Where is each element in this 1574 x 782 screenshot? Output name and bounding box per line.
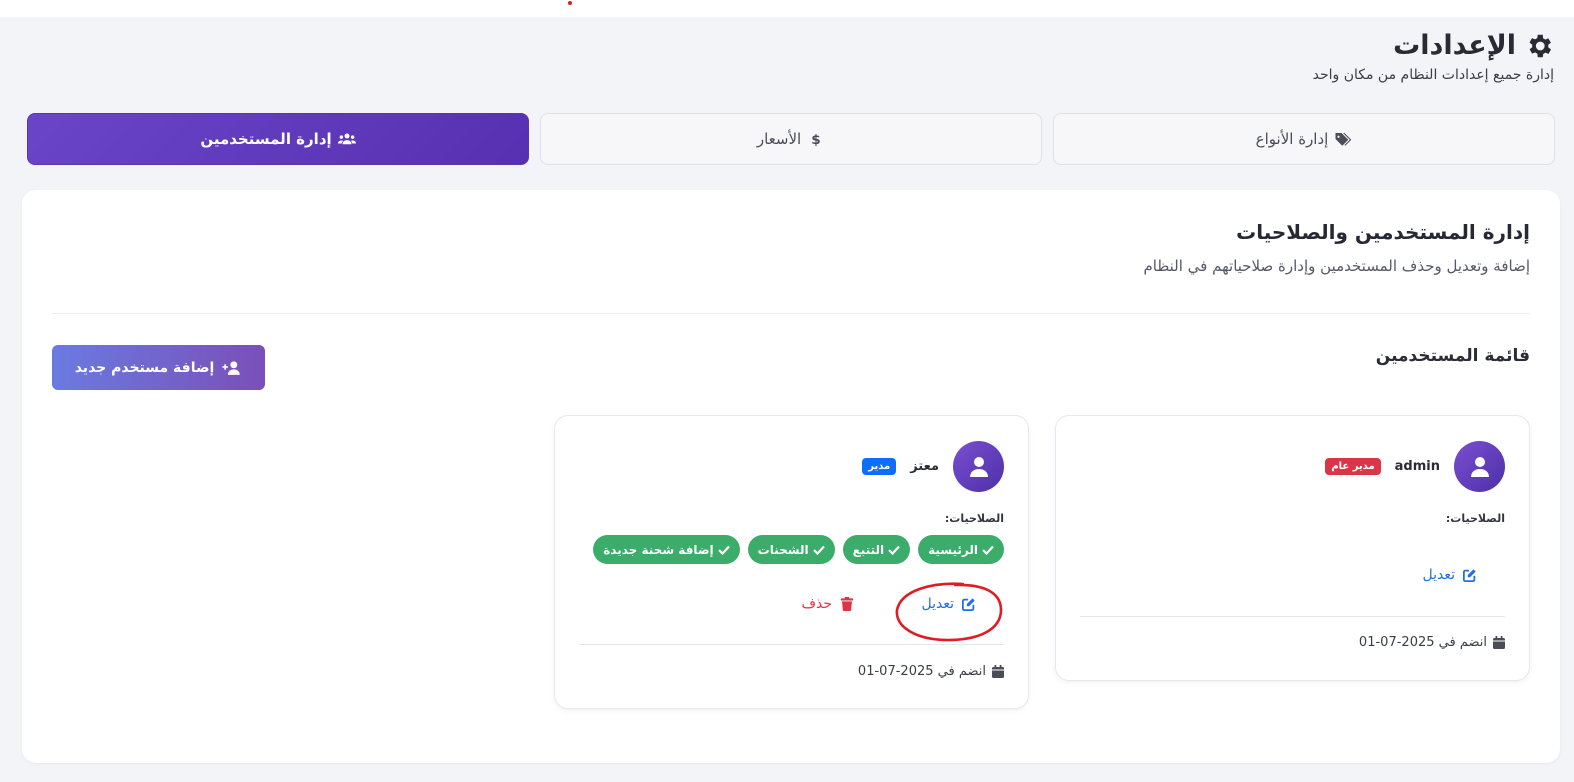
red-dot-mark (568, 1, 572, 5)
permission-chip: الشحنات (747, 535, 835, 564)
user-header: معتز مدير (862, 441, 1004, 492)
users-icon (337, 133, 356, 145)
avatar (1454, 441, 1505, 492)
card-divider (579, 644, 1004, 645)
joined-text: انضم في 2025-07-01 (857, 664, 986, 679)
page-title: الإعدادات (1313, 30, 1554, 61)
card-divider (1080, 616, 1505, 617)
permission-chip-label: الرئيسية (928, 542, 978, 557)
section-divider (52, 313, 1530, 314)
calendar-icon (992, 665, 1004, 678)
user-icon (1470, 456, 1489, 477)
top-strip (0, 0, 1574, 17)
check-icon (982, 545, 994, 555)
user-name: admin (1394, 459, 1440, 474)
joined-date: انضم في 2025-07-01 (858, 664, 1004, 679)
add-user-button[interactable]: إضافة مستخدم جديد (52, 345, 265, 390)
permissions-label: الصلاحيات: (1445, 512, 1505, 525)
dollar-icon: $ (811, 132, 820, 147)
user-card-moataz: معتز مدير الصلاحيات: الرئيسية التتبع الش… (554, 415, 1029, 709)
page-title-text: الإعدادات (1393, 30, 1516, 61)
user-name: معتز (910, 459, 939, 474)
gear-icon (1529, 34, 1551, 57)
page-header: الإعدادات إدارة جميع إعدادات النظام من م… (1313, 30, 1554, 83)
joined-text: انضم في 2025-07-01 (1358, 635, 1487, 650)
user-plus-icon (222, 360, 241, 375)
edit-label: تعديل (921, 596, 955, 612)
permissions-label: الصلاحيات: (944, 512, 1004, 525)
edit-icon (962, 598, 975, 611)
tab-types-label: إدارة الأنواع (1255, 130, 1329, 148)
permissions-list: الرئيسية التتبع الشحنات إضافة شحنة جديدة (593, 535, 1004, 564)
users-list-title: قائمة المستخدمين (1375, 346, 1530, 366)
check-icon (717, 545, 730, 555)
delete-label: حذف (801, 596, 832, 612)
svg-text:$: $ (811, 132, 820, 147)
check-icon (812, 545, 825, 555)
role-badge: مدير (862, 458, 897, 475)
trash-icon (840, 597, 854, 611)
user-icon (969, 456, 988, 477)
tab-types[interactable]: إدارة الأنواع (1053, 113, 1555, 165)
user-card-admin: admin مدير عام الصلاحيات: تعديل انضم في … (1055, 415, 1530, 681)
permission-chip: التتبع (842, 535, 911, 564)
avatar (953, 441, 1004, 492)
permission-chip-label: الشحنات (757, 542, 809, 557)
calendar-icon (1493, 636, 1505, 649)
users-management-panel: إدارة المستخدمين والصلاحيات إضافة وتعديل… (22, 190, 1560, 763)
edit-button[interactable]: تعديل (922, 596, 977, 612)
edit-label: تعديل (1422, 567, 1456, 583)
joined-date: انضم في 2025-07-01 (1359, 635, 1505, 650)
tags-icon (1335, 133, 1352, 146)
permission-chip-label: التتبع (852, 542, 885, 557)
permission-chip: إضافة شحنة جديدة (593, 535, 740, 564)
section-title: إدارة المستخدمين والصلاحيات (1236, 220, 1530, 244)
user-header: admin مدير عام (1325, 441, 1505, 492)
tab-prices[interactable]: $ الأسعار (540, 113, 1042, 165)
delete-button[interactable]: حذف (801, 596, 854, 612)
permission-chip: الرئيسية (918, 535, 1004, 564)
tab-prices-label: الأسعار (756, 130, 802, 148)
tab-users[interactable]: إدارة المستخدمين (27, 113, 529, 165)
settings-tabs: إدارة الأنواع $ الأسعار إدارة المستخدمين (27, 113, 1555, 165)
page-subtitle: إدارة جميع إعدادات النظام من مكان واحد (1312, 67, 1554, 83)
permission-chip-label: إضافة شحنة جديدة (603, 542, 714, 557)
edit-icon (1463, 569, 1476, 582)
role-badge: مدير عام (1325, 458, 1381, 475)
section-description: إضافة وتعديل وحذف المستخدمين وإدارة صلاح… (1143, 257, 1530, 275)
check-icon (888, 545, 900, 555)
add-user-label: إضافة مستخدم جديد (74, 359, 215, 376)
edit-button[interactable]: تعديل (1423, 567, 1478, 583)
tab-users-label: إدارة المستخدمين (200, 130, 332, 148)
